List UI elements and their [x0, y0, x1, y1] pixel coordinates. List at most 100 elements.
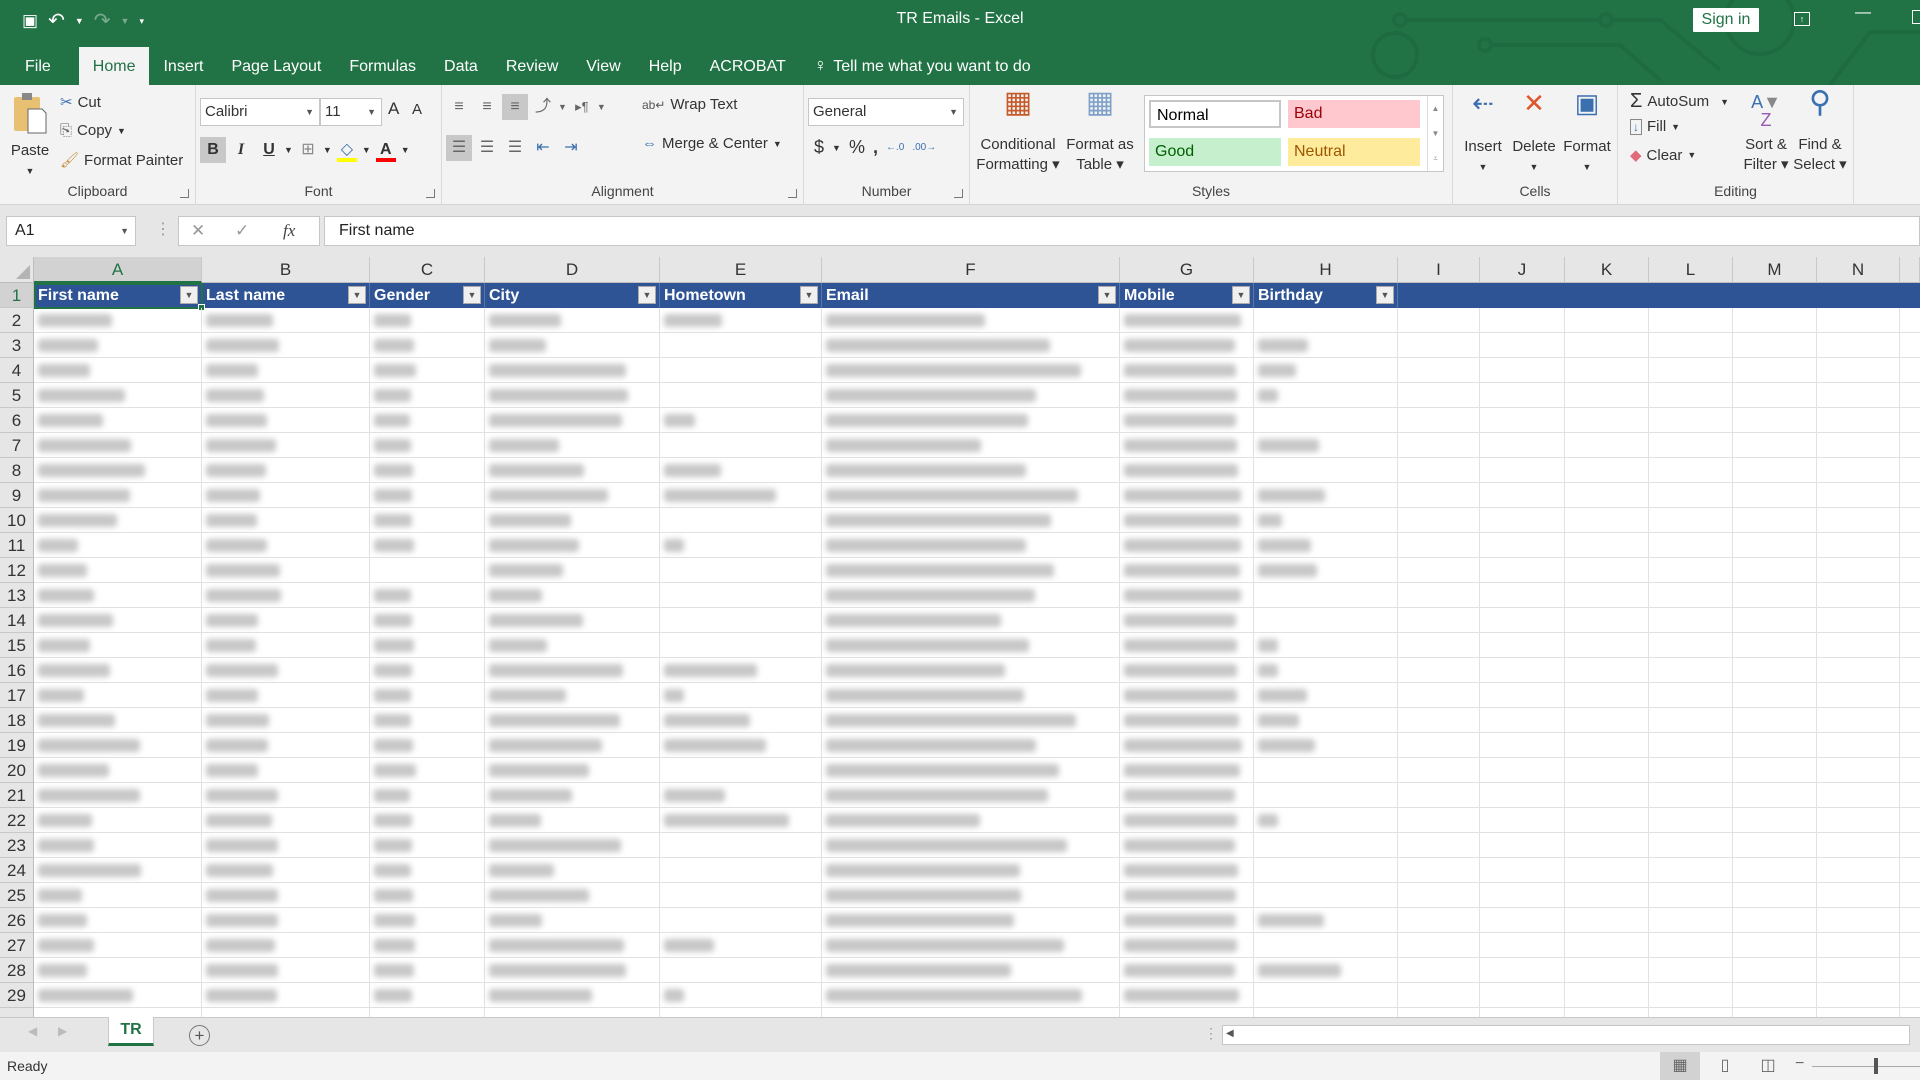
redacted-cell[interactable] [1124, 789, 1236, 802]
redacted-cell[interactable] [374, 789, 411, 802]
font-name-select[interactable]: Calibri ▼ [200, 98, 320, 126]
column-header-h[interactable]: H [1254, 257, 1398, 283]
redacted-cell[interactable] [38, 489, 130, 502]
increase-indent-icon[interactable]: ⇥ [558, 135, 584, 161]
row-header-12[interactable]: 12 [0, 558, 34, 583]
redacted-cell[interactable] [1124, 864, 1239, 877]
redacted-cell[interactable] [374, 639, 414, 652]
merge-dropdown-icon[interactable]: ▼ [773, 139, 782, 149]
redacted-cell[interactable] [374, 739, 413, 752]
restore-icon[interactable] [1912, 10, 1920, 24]
redacted-cell[interactable] [206, 664, 279, 677]
redacted-cell[interactable] [664, 539, 684, 552]
redacted-cell[interactable] [489, 539, 579, 552]
orientation-icon[interactable]: ⤴ [530, 94, 556, 120]
column-header-c[interactable]: C [370, 257, 485, 283]
row-header-6[interactable]: 6 [0, 408, 34, 433]
redacted-cell[interactable] [489, 914, 542, 927]
row-header-24[interactable]: 24 [0, 858, 34, 883]
redacted-cell[interactable] [1124, 389, 1237, 402]
redacted-cell[interactable] [374, 689, 412, 702]
redacted-cell[interactable] [374, 514, 412, 527]
redacted-cell[interactable] [38, 689, 84, 702]
redacted-cell[interactable] [374, 389, 412, 402]
redacted-cell[interactable] [826, 489, 1078, 502]
redacted-cell[interactable] [1124, 639, 1238, 652]
tab-formulas[interactable]: Formulas [335, 47, 430, 85]
header-cell-city[interactable]: City ▼ [485, 283, 660, 308]
filter-dropdown-icon[interactable]: ▼ [348, 286, 366, 304]
row-header-30[interactable] [0, 1008, 34, 1017]
redacted-cell[interactable] [1124, 964, 1236, 977]
redacted-cell[interactable] [1124, 489, 1241, 502]
redacted-cell[interactable] [489, 939, 625, 952]
redacted-cell[interactable] [206, 389, 265, 402]
redacted-cell[interactable] [489, 589, 543, 602]
tab-split-handle[interactable]: ⋮ [1204, 1025, 1218, 1042]
scroll-tabs-left-icon[interactable]: ◀ [28, 1024, 37, 1038]
percent-button[interactable]: % [849, 137, 865, 158]
redacted-cell[interactable] [38, 764, 109, 777]
tab-insert[interactable]: Insert [149, 47, 217, 85]
redacted-cell[interactable] [206, 764, 259, 777]
copy-button[interactable]: ⎘ Copy ▼ [60, 122, 126, 139]
zoom-out-icon[interactable]: − [1795, 1055, 1804, 1073]
redacted-cell[interactable] [664, 314, 722, 327]
redacted-cell[interactable] [1258, 539, 1311, 552]
redacted-cell[interactable] [374, 464, 413, 477]
redacted-cell[interactable] [206, 439, 276, 452]
tab-help[interactable]: Help [635, 47, 696, 85]
redacted-cell[interactable] [826, 739, 1036, 752]
redacted-cell[interactable] [1124, 914, 1236, 927]
redacted-cell[interactable] [206, 714, 269, 727]
column-header-f[interactable]: F [822, 257, 1120, 283]
redacted-cell[interactable] [489, 864, 554, 877]
borders-dropdown-icon[interactable]: ▼ [323, 145, 332, 155]
row-header-10[interactable]: 10 [0, 508, 34, 533]
redacted-cell[interactable] [1258, 639, 1278, 652]
row-header-21[interactable]: 21 [0, 783, 34, 808]
redacted-cell[interactable] [38, 564, 87, 577]
header-cell-gender[interactable]: Gender ▼ [370, 283, 485, 308]
redacted-cell[interactable] [664, 414, 696, 427]
redacted-cell[interactable] [489, 489, 608, 502]
redacted-cell[interactable] [38, 864, 141, 877]
currency-dropdown-icon[interactable]: ▼ [832, 143, 841, 153]
bottom-align-icon[interactable]: ≡ [502, 94, 528, 120]
insert-function-icon[interactable]: fx [283, 217, 295, 245]
redacted-cell[interactable] [1124, 539, 1241, 552]
tab-review[interactable]: Review [492, 47, 572, 85]
top-align-icon[interactable]: ≡ [446, 94, 472, 120]
row-header-27[interactable]: 27 [0, 933, 34, 958]
select-all-button[interactable] [0, 257, 34, 283]
redacted-cell[interactable] [1124, 689, 1238, 702]
font-color-dropdown-icon[interactable]: ▼ [401, 145, 410, 155]
text-direction-icon[interactable]: ▸¶ [569, 94, 595, 120]
redacted-cell[interactable] [374, 839, 412, 852]
redacted-cell[interactable] [38, 914, 87, 927]
name-box-dropdown-icon[interactable]: ▼ [120, 217, 129, 245]
redacted-cell[interactable] [206, 739, 269, 752]
increase-decimal-icon[interactable]: ←.0 [886, 142, 904, 153]
redacted-cell[interactable] [489, 814, 541, 827]
redacted-cell[interactable] [374, 714, 411, 727]
redacted-cell[interactable] [489, 614, 583, 627]
redacted-cell[interactable] [374, 764, 416, 777]
middle-align-icon[interactable]: ≡ [474, 94, 500, 120]
redacted-cell[interactable] [206, 414, 267, 427]
redacted-cell[interactable] [38, 839, 95, 852]
redacted-cell[interactable] [1258, 739, 1316, 752]
paste-button[interactable]: Paste ▼ [8, 91, 52, 181]
redacted-cell[interactable] [826, 939, 1065, 952]
cut-button[interactable]: ✂ Cut [60, 93, 101, 112]
column-header-b[interactable]: B [202, 257, 370, 283]
redacted-cell[interactable] [826, 514, 1052, 527]
redacted-cell[interactable] [374, 964, 414, 977]
redacted-cell[interactable] [206, 839, 279, 852]
redacted-cell[interactable] [206, 964, 278, 977]
redacted-cell[interactable] [374, 989, 412, 1002]
redacted-cell[interactable] [38, 464, 145, 477]
redacted-cell[interactable] [374, 589, 411, 602]
decrease-indent-icon[interactable]: ⇤ [530, 135, 556, 161]
column-header-overflow[interactable] [1900, 257, 1920, 283]
